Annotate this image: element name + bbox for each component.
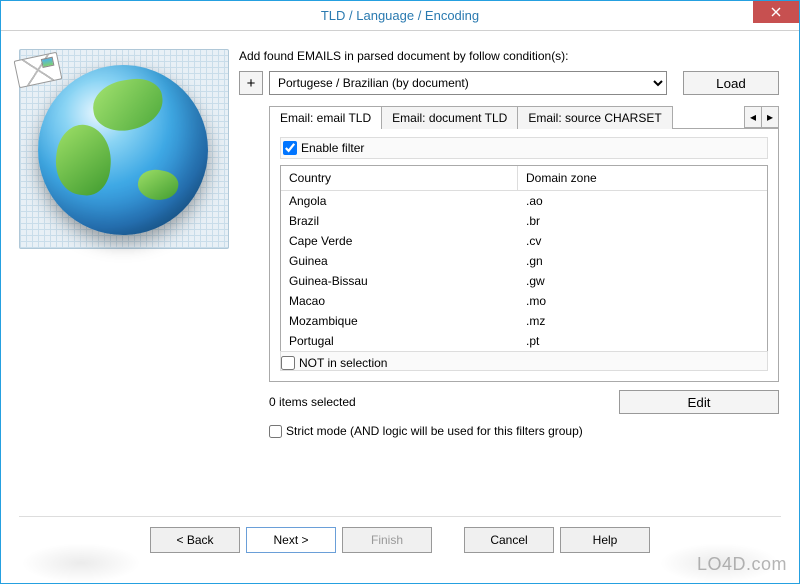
tab-scroll-right[interactable]: ▸ — [761, 106, 779, 128]
enable-filter-row[interactable]: Enable filter — [280, 137, 768, 159]
list-body[interactable]: Angola.ao Brazil.br Cape Verde.cv Guinea… — [281, 191, 767, 351]
list-row[interactable]: Portugal.pt — [281, 331, 767, 351]
list-row[interactable]: Guinea-Bissau.gw — [281, 271, 767, 291]
items-selected-text: 0 items selected — [269, 395, 356, 409]
list-row[interactable]: Guinea.gn — [281, 251, 767, 271]
close-icon — [771, 7, 781, 17]
left-pane — [1, 31, 231, 516]
next-button[interactable]: Next > — [246, 527, 336, 553]
add-condition-button[interactable]: + — [239, 71, 263, 95]
strict-mode-label: Strict mode (AND logic will be used for … — [286, 424, 583, 438]
language-combo[interactable]: Portugese / Brazilian (by document) — [269, 71, 667, 95]
dialog-window: TLD / Language / Encoding Add found EMAI… — [0, 0, 800, 584]
titlebar: TLD / Language / Encoding — [1, 1, 799, 31]
status-row: 0 items selected Edit — [269, 390, 779, 414]
list-row[interactable]: Mozambique.mz — [281, 311, 767, 331]
tab-source-charset[interactable]: Email: source CHARSET — [517, 106, 672, 129]
finish-button[interactable]: Finish — [342, 527, 432, 553]
list-header: Country Domain zone — [281, 166, 767, 191]
globe-icon — [38, 65, 208, 235]
list-row[interactable]: Angola.ao — [281, 191, 767, 211]
strict-mode-row[interactable]: Strict mode (AND logic will be used for … — [269, 424, 779, 438]
tab-document-tld[interactable]: Email: document TLD — [381, 106, 518, 129]
list-row[interactable]: Macao.mo — [281, 291, 767, 311]
condition-row: + Portugese / Brazilian (by document) Lo… — [239, 71, 779, 95]
list-row[interactable]: Brazil.br — [281, 211, 767, 231]
back-button[interactable]: < Back — [150, 527, 240, 553]
right-pane: Add found EMAILS in parsed document by f… — [231, 31, 799, 516]
not-in-selection-checkbox[interactable] — [281, 356, 295, 370]
load-button[interactable]: Load — [683, 71, 779, 95]
help-button[interactable]: Help — [560, 527, 650, 553]
body-area: Add found EMAILS in parsed document by f… — [1, 31, 799, 516]
col-country[interactable]: Country — [281, 166, 518, 191]
tab-email-tld[interactable]: Email: email TLD — [269, 106, 382, 129]
list-row[interactable]: Cape Verde.cv — [281, 231, 767, 251]
edit-button[interactable]: Edit — [619, 390, 779, 414]
tab-panel: Enable filter Country Domain zone Angola… — [269, 128, 779, 382]
enable-filter-checkbox[interactable] — [283, 141, 297, 155]
divider — [19, 516, 781, 517]
strict-mode-checkbox[interactable] — [269, 425, 282, 438]
not-in-selection-row[interactable]: NOT in selection — [280, 351, 768, 371]
prompt-text: Add found EMAILS in parsed document by f… — [239, 49, 779, 63]
tab-scroll: ◂ ▸ — [745, 106, 779, 128]
country-list: Country Domain zone Angola.ao Brazil.br … — [280, 165, 768, 352]
not-in-selection-label: NOT in selection — [299, 356, 387, 370]
envelope-icon — [14, 52, 63, 89]
wizard-image — [19, 49, 229, 249]
cancel-button[interactable]: Cancel — [464, 527, 554, 553]
enable-filter-label: Enable filter — [301, 141, 364, 155]
tabstrip: Email: email TLD Email: document TLD Ema… — [269, 105, 779, 128]
tab-scroll-left[interactable]: ◂ — [744, 106, 762, 128]
footer: < Back Next > Finish Cancel Help — [1, 527, 799, 569]
close-button[interactable] — [753, 1, 799, 23]
col-domain-zone[interactable]: Domain zone — [518, 166, 767, 191]
window-title: TLD / Language / Encoding — [1, 8, 799, 23]
